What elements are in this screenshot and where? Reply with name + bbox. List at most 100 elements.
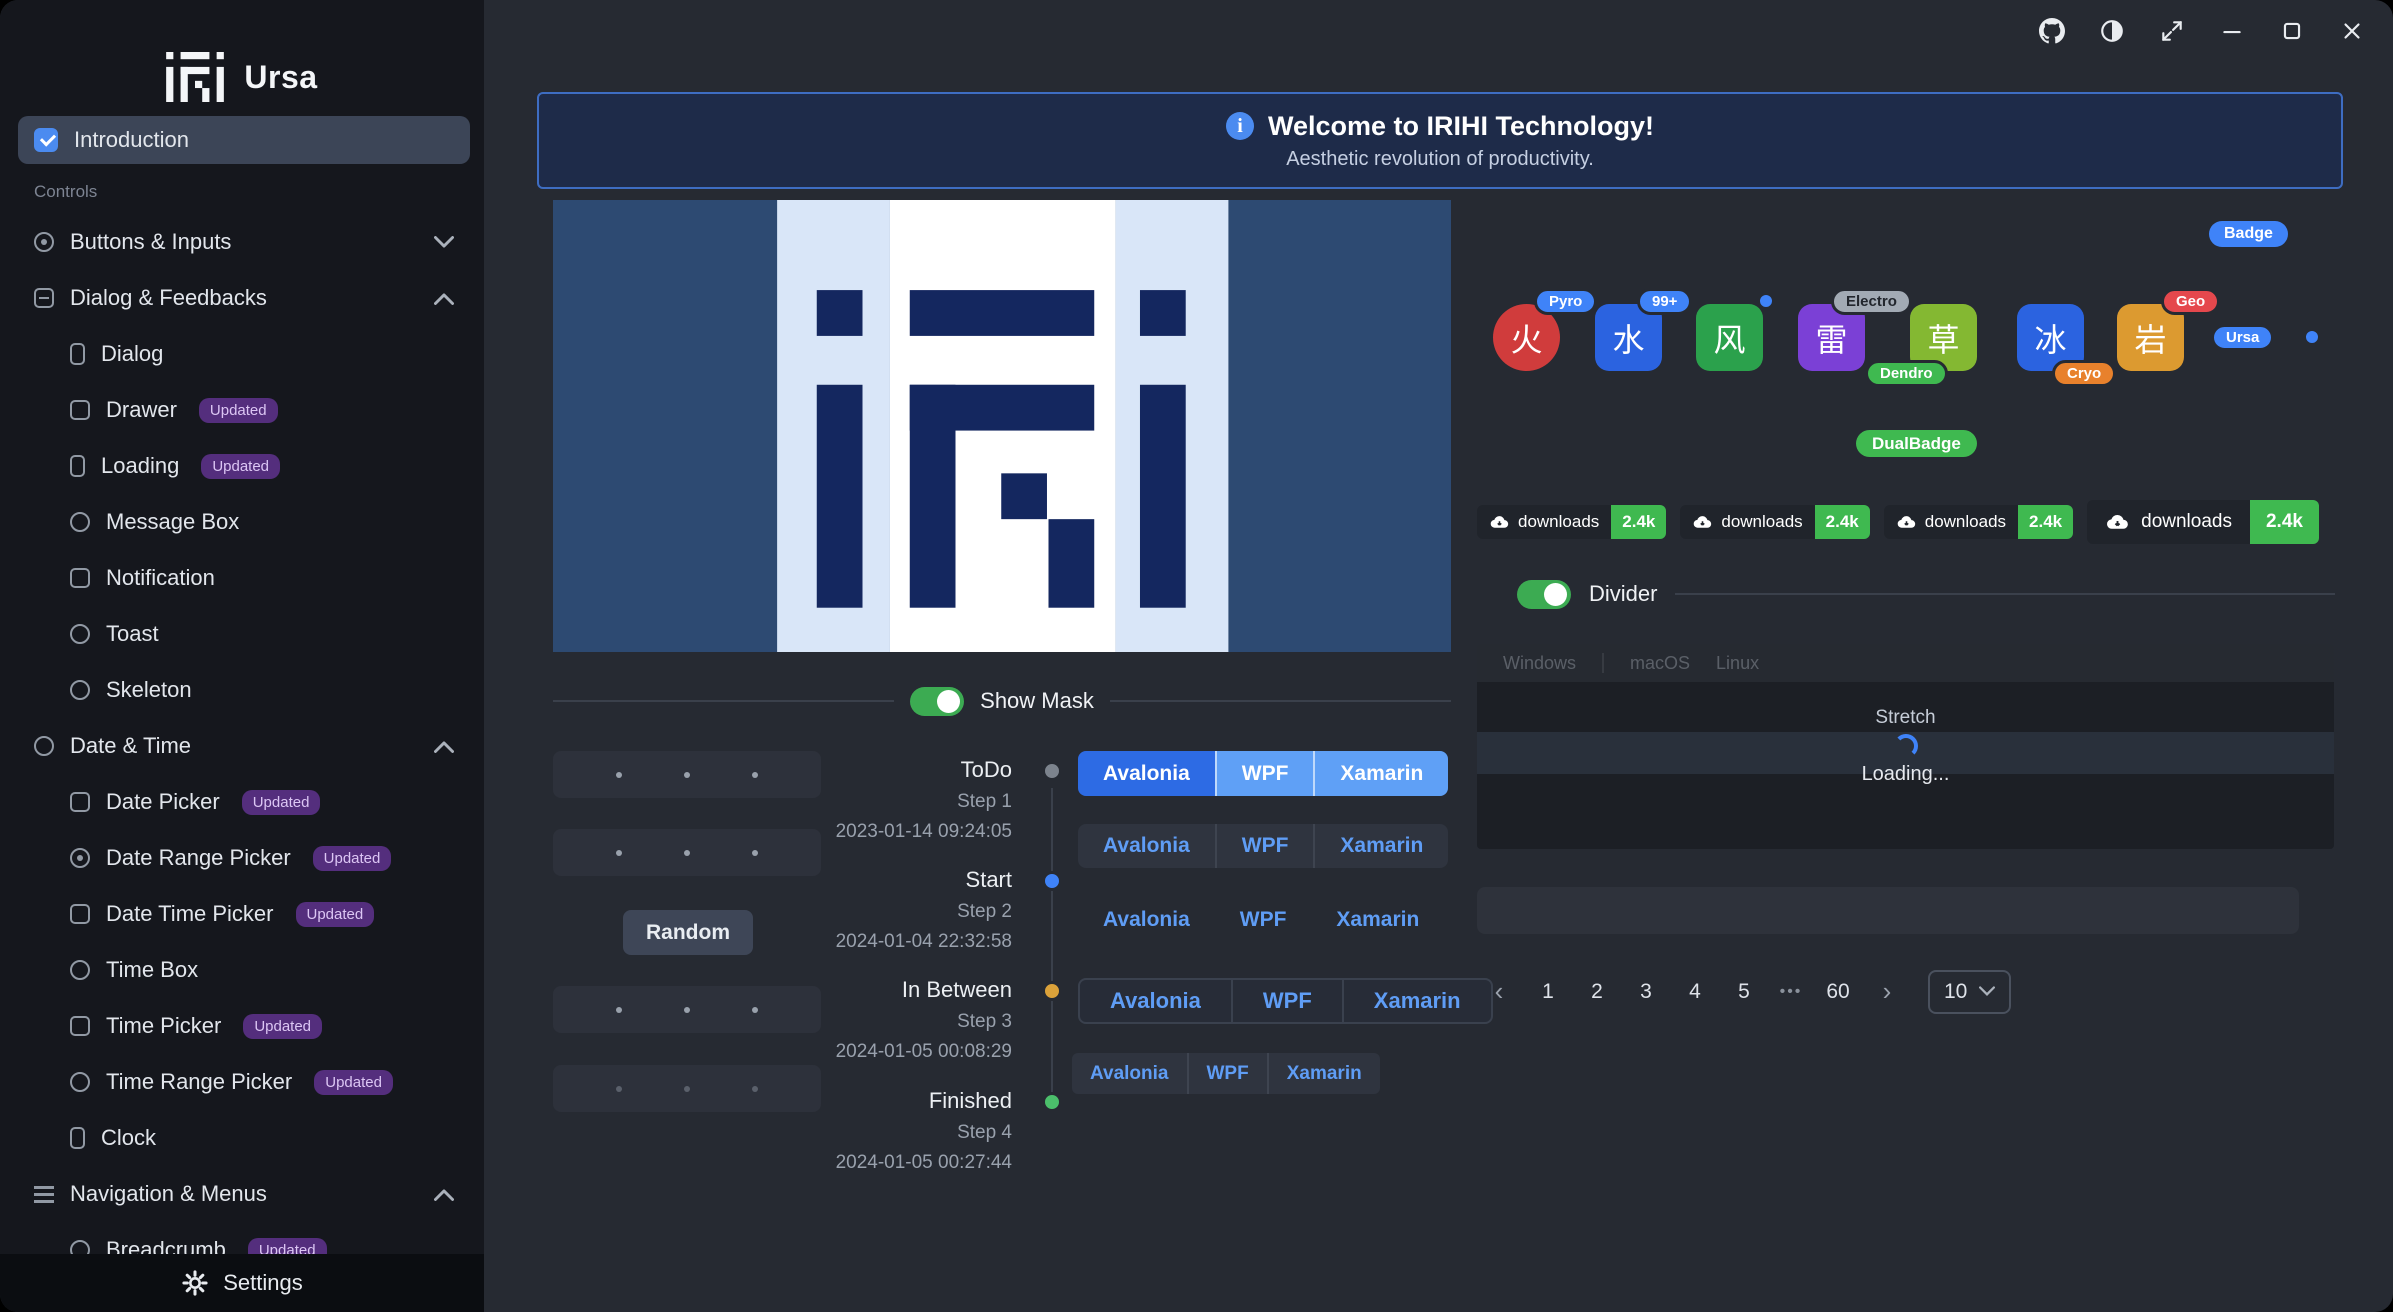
download-label: downloads: [2141, 511, 2232, 533]
badge-dendro: Dendro: [1865, 360, 1948, 387]
timeline-title: Start: [712, 867, 1012, 893]
download-count: 2.4k: [2250, 500, 2319, 544]
avalonia-button[interactable]: Avalonia: [1078, 751, 1215, 796]
chevron-down-icon: [1979, 986, 1995, 997]
buttons-inputs-icon: [34, 232, 54, 252]
text-input[interactable]: [1477, 887, 2299, 934]
sidebar-item-date-range-picker[interactable]: Date Range Picker Updated: [18, 834, 470, 882]
page-button-3[interactable]: 3: [1624, 970, 1668, 1014]
timeline-line: [1051, 788, 1053, 1104]
close-button[interactable]: [2337, 16, 2367, 46]
page-size-value: 10: [1944, 980, 1967, 1004]
show-mask-toggle[interactable]: [910, 687, 964, 716]
loading-panel: Windows macOS Linux Stretch Loading...: [1477, 644, 2334, 849]
wpf-button[interactable]: WPF: [1215, 751, 1314, 796]
toast-icon: [70, 624, 90, 644]
sidebar-item-toast[interactable]: Toast: [18, 610, 470, 658]
timeline-step: Step 4: [712, 1122, 1012, 1144]
page-button-4[interactable]: 4: [1673, 970, 1717, 1014]
badge-cryo: Cryo: [2052, 360, 2116, 387]
xamarin-button[interactable]: Xamarin: [1267, 1053, 1380, 1094]
next-page-button[interactable]: ›: [1865, 970, 1909, 1014]
sidebar-item-time-box[interactable]: Time Box: [18, 946, 470, 994]
close-icon: [2339, 18, 2365, 44]
sidebar-section-controls: Controls: [18, 172, 470, 212]
page-button-60[interactable]: 60: [1816, 970, 1860, 1014]
sidebar-item-introduction[interactable]: Introduction: [18, 116, 470, 164]
wpf-button[interactable]: WPF: [1215, 899, 1312, 940]
stretch-label: Stretch: [1875, 707, 1935, 729]
clock-icon: [70, 1127, 85, 1149]
date-picker-icon: [70, 792, 90, 812]
maximize-icon: [2279, 18, 2305, 44]
sidebar-item-skeleton[interactable]: Skeleton: [18, 666, 470, 714]
sidebar-item-loading[interactable]: Loading Updated: [18, 442, 470, 490]
xamarin-button[interactable]: Xamarin: [1313, 751, 1448, 796]
picker-dot: [684, 850, 690, 856]
sidebar-group-buttons-inputs[interactable]: Buttons & Inputs: [18, 218, 470, 266]
page-button-5[interactable]: 5: [1722, 970, 1766, 1014]
download-label-segment: downloads: [1680, 505, 1814, 539]
picker-dot: [616, 850, 622, 856]
page-size-select[interactable]: 10: [1928, 970, 2011, 1014]
sidebar-item-date-picker[interactable]: Date Picker Updated: [18, 778, 470, 826]
time-range-picker-icon: [70, 1072, 90, 1092]
maximize-button[interactable]: [2277, 16, 2307, 46]
sidebar-item-label: Time Box: [106, 957, 198, 983]
sidebar-item-time-range-picker[interactable]: Time Range Picker Updated: [18, 1058, 470, 1106]
page-button-2[interactable]: 2: [1575, 970, 1619, 1014]
pagination: ‹ 1 2 3 4 5 ••• 60 › 10: [1477, 968, 2011, 1015]
divider-toggle[interactable]: [1517, 580, 1571, 609]
sidebar-item-date-time-picker[interactable]: Date Time Picker Updated: [18, 890, 470, 938]
app-title: Ursa: [244, 59, 317, 96]
prev-page-button[interactable]: ‹: [1477, 970, 1521, 1014]
divider-line: [553, 700, 894, 702]
avalonia-button[interactable]: Avalonia: [1078, 899, 1215, 940]
sidebar-item-dialog[interactable]: Dialog: [18, 330, 470, 378]
wpf-button[interactable]: WPF: [1231, 980, 1342, 1022]
settings-button[interactable]: Settings: [0, 1254, 484, 1312]
timeline-dot-finished: [1042, 1092, 1062, 1112]
button-group-borderless: Avalonia WPF Xamarin: [1078, 899, 1444, 940]
tile-anemo: 风: [1696, 304, 1763, 371]
sidebar-item-drawer[interactable]: Drawer Updated: [18, 386, 470, 434]
download-badge: downloads 2.4k: [1477, 505, 1666, 539]
download-label: downloads: [1925, 512, 2006, 532]
sidebar-item-message-box[interactable]: Message Box: [18, 498, 470, 546]
minimize-button[interactable]: [2217, 16, 2247, 46]
github-button[interactable]: [2037, 16, 2067, 46]
timeline-title: Finished: [712, 1088, 1012, 1114]
timeline-step: Step 2: [712, 901, 1012, 923]
sidebar-group-dialog-feedbacks[interactable]: Dialog & Feedbacks: [18, 274, 470, 322]
button-group-filled: Avalonia WPF Xamarin: [1078, 824, 1448, 868]
ursa-logo-icon: [166, 52, 224, 102]
sidebar-item-label: Dialog & Feedbacks: [70, 285, 267, 311]
xamarin-button[interactable]: Xamarin: [1313, 824, 1448, 868]
sidebar-item-label: Skeleton: [106, 677, 192, 703]
wpf-button[interactable]: WPF: [1215, 824, 1314, 868]
updated-badge: Updated: [243, 1014, 322, 1039]
sidebar-item-clock[interactable]: Clock: [18, 1114, 470, 1162]
sidebar-item-label: Date Picker: [106, 789, 220, 815]
sidebar-item-breadcrumb[interactable]: Breadcrumb Updated: [18, 1226, 470, 1254]
wpf-button[interactable]: WPF: [1187, 1053, 1267, 1094]
fullscreen-button[interactable]: [2157, 16, 2187, 46]
timeline-time: 2024-01-05 00:08:29: [712, 1041, 1012, 1063]
xamarin-button[interactable]: Xamarin: [1342, 980, 1491, 1022]
sidebar-group-navigation-menus[interactable]: Navigation & Menus: [18, 1170, 470, 1218]
xamarin-button[interactable]: Xamarin: [1311, 899, 1444, 940]
sidebar-item-notification[interactable]: Notification: [18, 554, 470, 602]
avalonia-button[interactable]: Avalonia: [1080, 980, 1231, 1022]
sidebar-group-date-time[interactable]: Date & Time: [18, 722, 470, 770]
avalonia-button[interactable]: Avalonia: [1078, 824, 1215, 868]
timeline-time: 2024-01-04 22:32:58: [712, 931, 1012, 953]
timeline-step: Step 3: [712, 1011, 1012, 1033]
theme-toggle-button[interactable]: [2097, 16, 2127, 46]
page-button-1[interactable]: 1: [1526, 970, 1570, 1014]
button-group-outline: Avalonia WPF Xamarin: [1078, 978, 1493, 1024]
sidebar-item-time-picker[interactable]: Time Picker Updated: [18, 1002, 470, 1050]
avalonia-button[interactable]: Avalonia: [1072, 1053, 1187, 1094]
page-ellipsis[interactable]: •••: [1771, 983, 1811, 1001]
button-group-compact: Avalonia WPF Xamarin: [1072, 1053, 1380, 1094]
timeline-time: 2023-01-14 09:24:05: [712, 821, 1012, 843]
